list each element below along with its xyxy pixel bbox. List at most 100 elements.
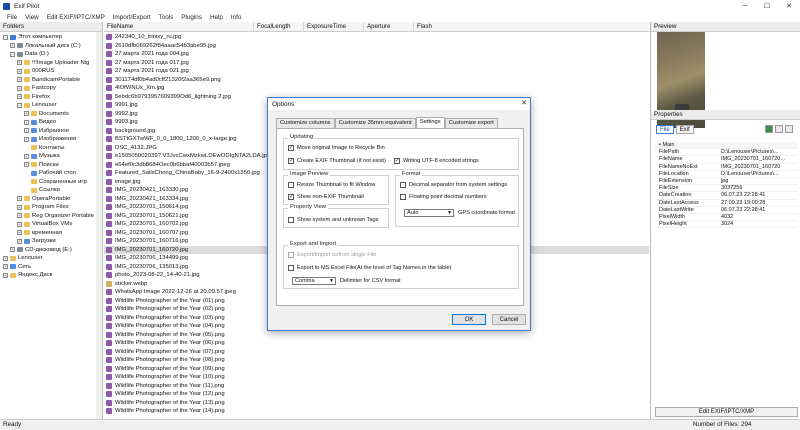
grid-view-icon[interactable]	[765, 125, 773, 133]
tree-item[interactable]: Сохраненные игр	[24, 178, 87, 187]
tree-item[interactable]: + Видео	[24, 118, 56, 127]
property-row[interactable]: FileLocation D:\Lenouser\Pictures\...	[655, 171, 798, 178]
property-row[interactable]: FileExtension jpg	[655, 178, 798, 186]
tree-item[interactable]: + Избранное	[24, 127, 69, 136]
expand-icon[interactable]: +	[17, 77, 22, 83]
chevron-down-icon[interactable]: ▼	[329, 278, 334, 285]
property-row[interactable]: PixelHeight 3024	[655, 221, 798, 229]
tree-item[interactable]: + Локальный диск (C:)	[10, 42, 81, 51]
tree-item[interactable]: + VirtualBox VMs	[17, 220, 72, 229]
tree-item[interactable]: + Lenouser	[3, 254, 43, 263]
expand-icon[interactable]: +	[17, 213, 22, 219]
menu-info[interactable]: Info	[227, 14, 246, 21]
show-non-exif-checkbox[interactable]: ✓ Show non-EXIF Thumbnail	[288, 194, 364, 200]
dialog-close-icon[interactable]: ✕	[521, 99, 527, 107]
tree-item[interactable]: + Program Files	[17, 203, 69, 212]
file-row[interactable]: Wildlife Photographer of the Year (14).p…	[104, 407, 649, 416]
expand-icon[interactable]: +	[17, 230, 22, 236]
column-filename[interactable]: FileName	[104, 22, 254, 32]
tab-customize-columns[interactable]: Customize columns	[276, 118, 335, 128]
file-row[interactable]: Wildlife Photographer of the Year (09).p…	[104, 365, 649, 374]
gps-format-select[interactable]: Auto ▼	[404, 209, 454, 217]
expand-icon[interactable]: +	[24, 136, 29, 142]
tree-item[interactable]: +000RUS	[17, 67, 54, 76]
property-row[interactable]: FileNameNoExt IMG_20230701_160720	[655, 164, 798, 171]
file-row[interactable]: 27 марта 2021 года 021.jpg	[104, 67, 649, 76]
tree-item[interactable]: + Documents	[24, 110, 69, 119]
property-row[interactable]: DateLastAccess 27.09.23 19:00:28	[655, 200, 798, 207]
checkbox-unchecked[interactable]	[288, 217, 294, 223]
move-recycle-checkbox[interactable]: ✓ Move original Image to Recycle Bin	[288, 145, 385, 151]
tree-item[interactable]: + временная	[17, 229, 62, 238]
chevron-down-icon[interactable]: ▼	[447, 210, 452, 217]
checkbox-checked[interactable]: ✓	[288, 145, 294, 151]
menu-edit-exif[interactable]: Edit EXIF/IPTC/XMP	[43, 14, 109, 21]
checkbox-unchecked[interactable]	[400, 182, 406, 188]
property-row[interactable]: DateLastWrite 06.07.23 22:28:41	[655, 207, 798, 214]
tree-item[interactable]: + Firefox	[17, 93, 50, 102]
tree-item[interactable]: − Этот компьютер	[3, 33, 62, 42]
file-row[interactable]: Wildlife Photographer of the Year (08).p…	[104, 356, 649, 365]
collapse-icon[interactable]: −	[17, 102, 22, 108]
tab-file[interactable]: File	[656, 125, 674, 134]
checkbox-unchecked[interactable]	[288, 265, 294, 271]
file-row[interactable]: 27 марта 2021 года 004.jpg	[104, 50, 649, 59]
checkbox-unchecked[interactable]	[288, 182, 294, 188]
column-focallength[interactable]: FocalLength	[254, 22, 304, 32]
edit-exif-button[interactable]: Edit EXIF/IPTC/XMP	[655, 407, 798, 417]
file-row[interactable]: Wildlife Photographer of the Year (13).p…	[104, 399, 649, 408]
checkbox-checked[interactable]: ✓	[288, 158, 294, 164]
create-thumbnail-checkbox[interactable]: ✓ Create EXIF Thumbnail (if not exist)	[288, 158, 386, 164]
properties-section[interactable]: ▪ Main	[655, 142, 798, 150]
list-view-icon[interactable]	[775, 125, 783, 133]
csv-delimiter-select[interactable]: Comma ▼	[292, 277, 336, 285]
expand-icon[interactable]: +	[17, 68, 22, 74]
column-flash[interactable]: Flash	[414, 22, 643, 32]
floating-point-checkbox[interactable]: Floating point decimal numbers	[400, 194, 487, 200]
show-unknown-tags-checkbox[interactable]: Show system and unknown Tags	[288, 217, 378, 223]
ok-button[interactable]: OK	[452, 314, 486, 325]
tab-customize-export[interactable]: Customize export	[444, 118, 498, 128]
folders-scrollbar[interactable]	[96, 32, 102, 419]
tree-item[interactable]: + Изображения	[24, 135, 76, 144]
tree-item[interactable]: Рабочий стол	[24, 169, 76, 178]
expand-icon[interactable]: +	[24, 128, 29, 134]
expand-icon[interactable]: +	[3, 264, 8, 270]
file-row[interactable]: 2610dfb069262f84aaac54b3abe95.jpg	[104, 42, 649, 51]
expand-icon[interactable]: +	[3, 272, 8, 278]
tree-item[interactable]: + Fastcopy	[17, 84, 56, 93]
expand-icon[interactable]: +	[10, 247, 15, 253]
tab-settings[interactable]: Settings	[415, 117, 445, 128]
property-row[interactable]: DateCreation 06.07.23 22:28:41	[655, 192, 798, 200]
checkbox-checked[interactable]: ✓	[288, 194, 294, 200]
file-row[interactable]: 301174df0b4ad0cff21320f2aa365e9.png	[104, 76, 649, 85]
checkbox-unchecked[interactable]	[400, 194, 406, 200]
minimize-icon[interactable]: ─	[734, 0, 756, 12]
property-row[interactable]: FileSize 3037256	[655, 185, 798, 193]
tree-item[interactable]: Контакты	[24, 144, 64, 153]
export-excel-checkbox[interactable]: Export to MS Excel File(At the level of …	[288, 265, 451, 271]
tree-item[interactable]: Ссылки	[24, 186, 60, 195]
tree-item[interactable]: − Data (D:)	[10, 50, 49, 59]
tree-item[interactable]: − Lenouser	[17, 101, 57, 110]
maximize-icon[interactable]: ☐	[756, 0, 778, 12]
tree-item[interactable]: + Музыка	[24, 152, 60, 161]
checkbox-checked[interactable]: ✓	[394, 158, 400, 164]
expand-icon[interactable]: +	[3, 255, 8, 261]
menu-plugins[interactable]: Plugins	[177, 14, 206, 21]
tree-item[interactable]: + !!!Image Uploader Nig	[17, 59, 89, 68]
expand-icon[interactable]: +	[24, 119, 29, 125]
property-row[interactable]: FileName IMG_20230701_160720...	[655, 156, 798, 164]
expand-icon[interactable]: +	[17, 204, 22, 210]
file-row[interactable]: 4lOfWNUx_Xm.jpg	[104, 84, 649, 93]
expand-icon[interactable]: +	[17, 85, 22, 91]
file-row[interactable]: Wildlife Photographer of the Year (05).p…	[104, 331, 649, 340]
expand-icon[interactable]: +	[17, 60, 22, 66]
cancel-button[interactable]: Cancel	[492, 314, 526, 325]
expand-icon[interactable]: +	[17, 238, 22, 244]
tree-item[interactable]: + Reg Organizer Portable	[17, 212, 94, 221]
tree-item[interactable]: + Яндекс.Диск	[3, 271, 52, 280]
tree-item[interactable]: + CD-дисковод (E:)	[10, 246, 72, 255]
file-row[interactable]: 27 марта 2021 года 017.jpg	[104, 59, 649, 68]
menu-file[interactable]: File	[3, 14, 21, 21]
